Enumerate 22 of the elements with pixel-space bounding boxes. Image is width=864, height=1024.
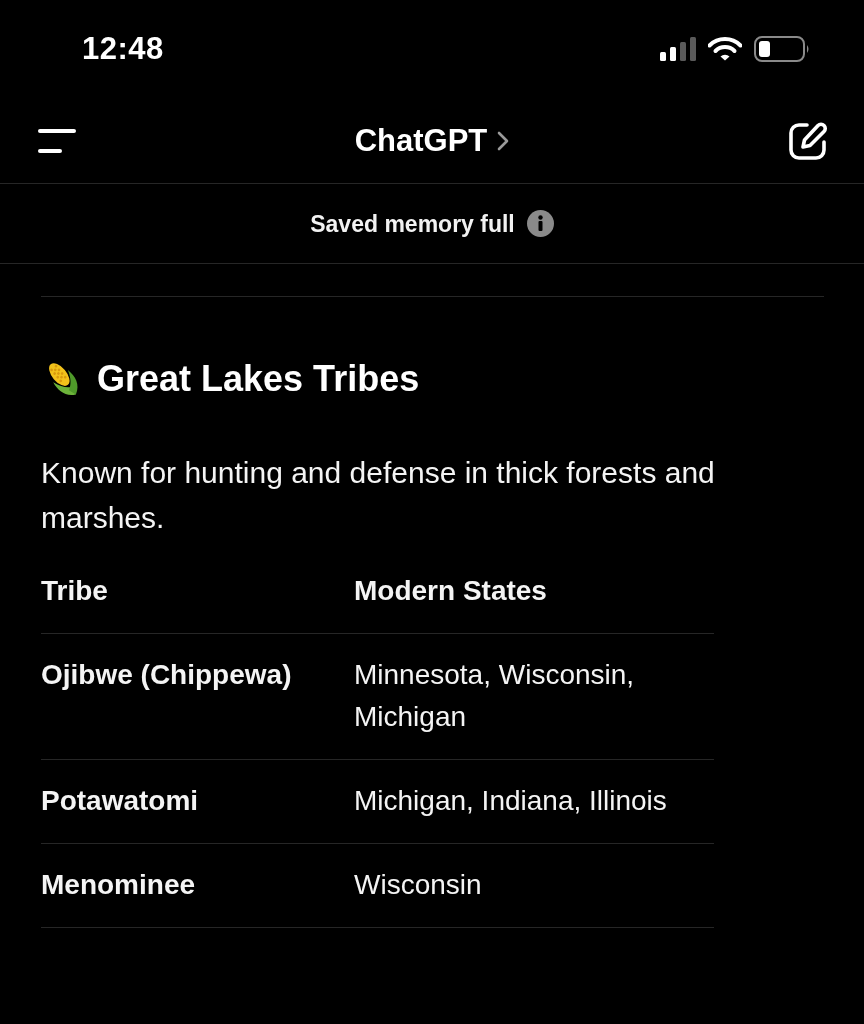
menu-button[interactable] (38, 127, 76, 154)
tribe-cell: Menominee (41, 844, 354, 928)
chevron-icon (497, 130, 510, 151)
column-header: Modern States (354, 570, 714, 634)
signal-icon (660, 37, 696, 61)
wifi-icon (708, 37, 742, 61)
menu-icon (38, 127, 76, 154)
model-title-button[interactable]: ChatGPT (354, 120, 510, 161)
status-time: 12:48 (82, 31, 164, 67)
memory-banner-text: Saved memory full (310, 209, 515, 239)
section-heading: Great Lakes Tribes (97, 357, 420, 401)
states-cell: Minnesota, Wisconsin, Michigan (354, 634, 714, 760)
battery-icon (754, 36, 810, 62)
info-icon[interactable] (526, 210, 554, 237)
column-header: Tribe (41, 570, 354, 634)
tribe-cell: Potawatomi (41, 760, 354, 844)
edit-icon (788, 120, 828, 161)
states-cell: Wisconsin (354, 844, 714, 928)
description-paragraph: Known for hunting and defense in thick forests and marshes. (41, 455, 716, 536)
new-chat-button[interactable] (788, 120, 828, 161)
tribe-cell: Ojibwe (Chippewa) (41, 634, 354, 760)
states-cell: Michigan, Indiana, Illinois (354, 760, 714, 844)
